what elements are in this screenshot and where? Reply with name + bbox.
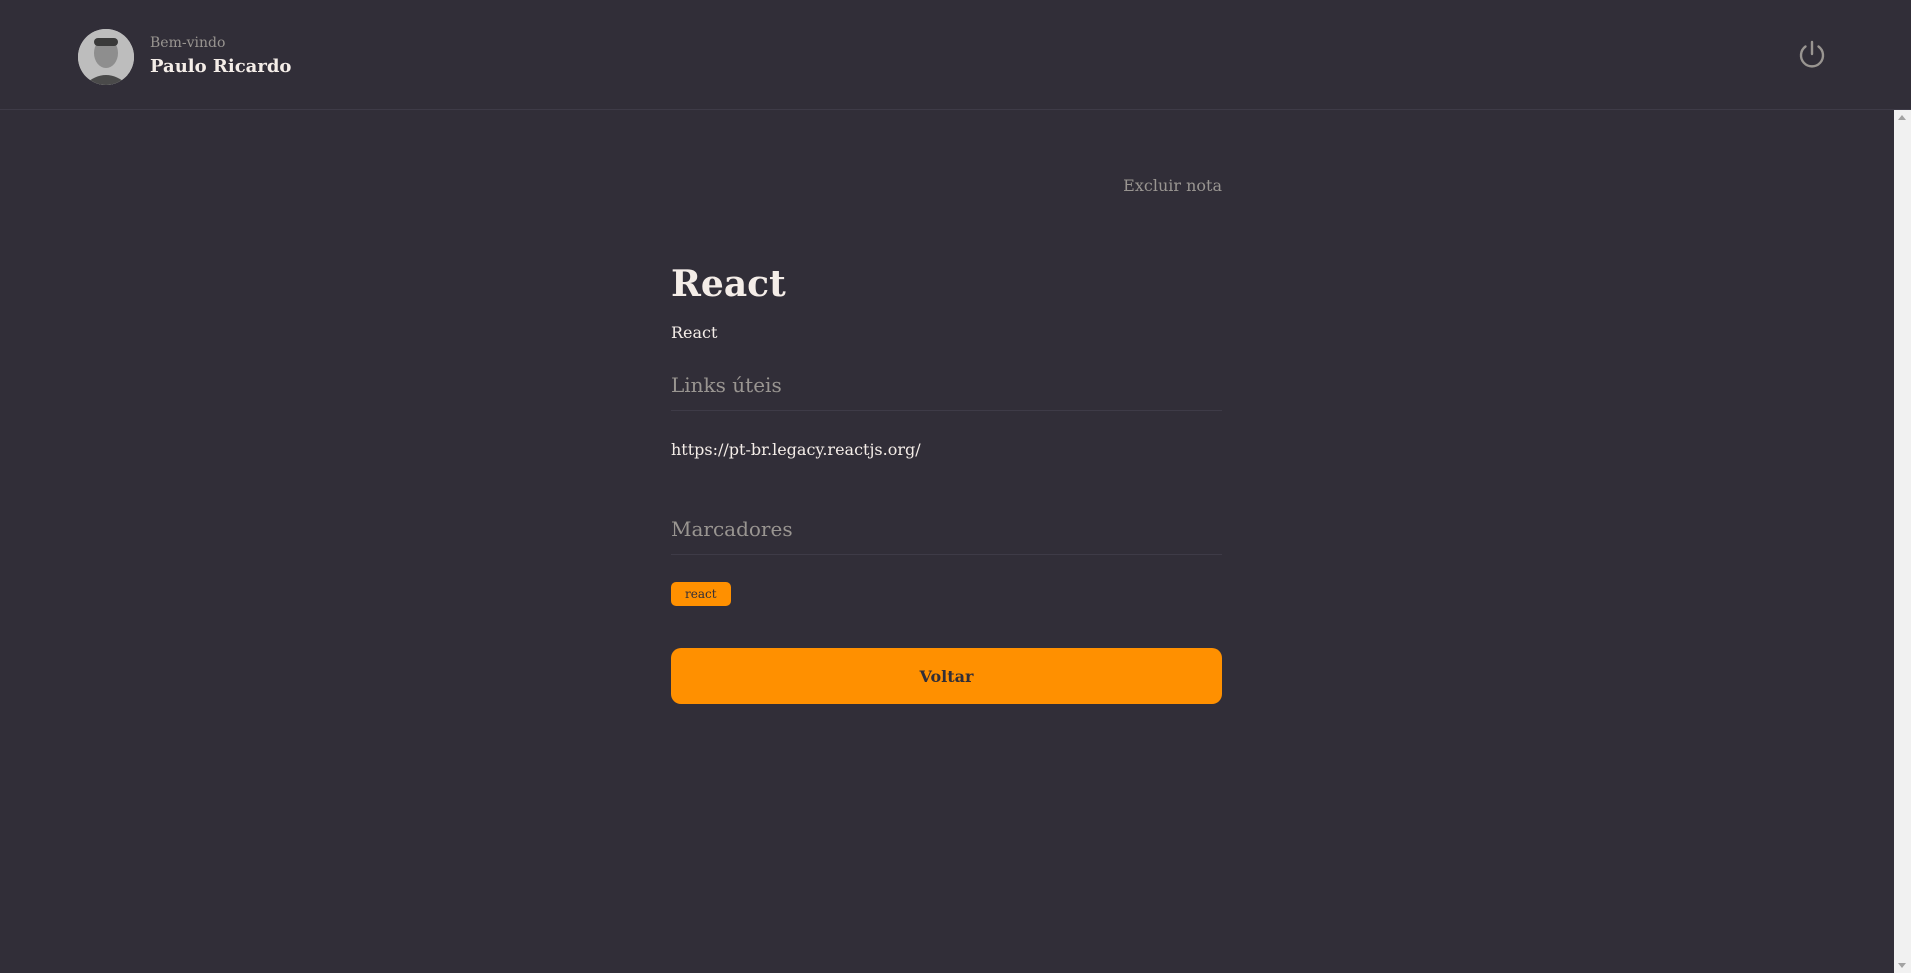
note-title: React <box>671 263 786 305</box>
link-item[interactable]: https://pt-br.legacy.reactjs.org/ <box>671 440 921 460</box>
tags-section-title: Marcadores <box>671 517 1222 555</box>
username[interactable]: Paulo Ricardo <box>150 54 291 80</box>
scrollbar[interactable] <box>1894 110 1911 973</box>
user-profile[interactable]: Bem-vindo Paulo Ricardo <box>78 29 291 85</box>
links-section-title: Links úteis <box>671 373 1222 411</box>
delete-note-button[interactable]: Excluir nota <box>1123 176 1222 195</box>
note-description: React <box>671 323 718 342</box>
app-header: Bem-vindo Paulo Ricardo <box>0 0 1911 110</box>
tag-badge: react <box>671 582 731 606</box>
welcome-text: Bem-vindo <box>150 35 226 51</box>
back-button[interactable]: Voltar <box>671 648 1222 704</box>
scroll-up-arrow-icon[interactable] <box>1898 115 1906 120</box>
profile-text: Bem-vindo Paulo Ricardo <box>150 34 291 80</box>
power-icon[interactable] <box>1795 38 1829 72</box>
avatar[interactable] <box>78 29 134 85</box>
scroll-down-arrow-icon[interactable] <box>1898 963 1906 968</box>
